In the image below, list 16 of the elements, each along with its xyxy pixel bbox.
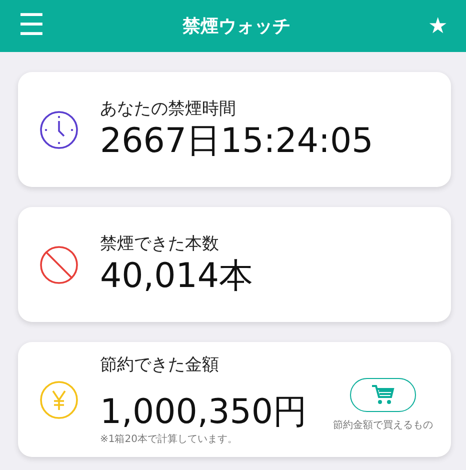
stat-value: 1,000,350円 [100, 392, 308, 432]
app-title: 禁煙ウォッチ [182, 15, 290, 38]
shop-button[interactable] [350, 378, 416, 412]
menu-button[interactable]: ☰ [12, 11, 51, 41]
cart-icon [371, 384, 395, 406]
calculation-note: ※1箱20本で計算しています。 [100, 432, 238, 446]
favorite-button[interactable]: ★ [422, 13, 454, 39]
stat-value: 2667日15:24:05 [100, 122, 374, 162]
stat-label: 節約できた金額 [100, 354, 220, 376]
stat-label: あなたの禁煙時間 [100, 98, 237, 120]
prohibited-icon [39, 244, 79, 284]
yen-icon [39, 380, 79, 420]
clock-icon [39, 110, 79, 150]
shop-caption: 節約金額で買えるもの [333, 418, 433, 432]
stat-value: 40,014本 [100, 257, 253, 297]
stat-label: 禁煙できた本数 [100, 233, 220, 256]
